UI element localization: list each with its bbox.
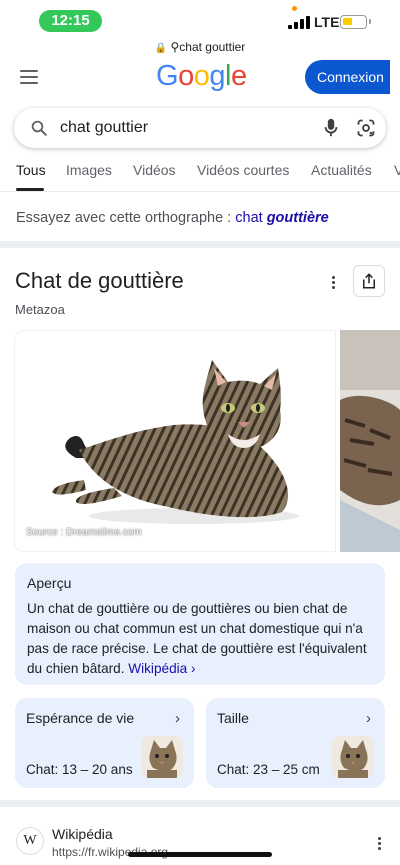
overview-text: Un chat de gouttière ou de gouttières ou… — [27, 601, 367, 676]
tabby-cat-illustration — [52, 360, 299, 524]
search-input[interactable]: chat gouttier — [60, 119, 148, 137]
share-button[interactable] — [353, 265, 385, 297]
search-mini-icon: ⚲ — [170, 40, 180, 54]
search-tabs: Tous Images Vidéos Vidéos courtes Actual… — [0, 162, 400, 192]
card-title: Taille — [217, 710, 249, 726]
tab-news[interactable]: Actualités — [311, 162, 372, 178]
more-options-icon[interactable] — [326, 274, 340, 290]
section-divider — [0, 241, 400, 248]
status-bar: 12:15 LTE — [0, 0, 400, 40]
section-divider — [0, 800, 400, 807]
cat-photo-thumbnail — [340, 330, 400, 552]
cat-thumbnail-icon — [332, 736, 374, 778]
google-lens-icon[interactable] — [356, 118, 376, 138]
result-site-name[interactable]: Wikipédia — [52, 826, 113, 842]
status-time: 12:15 — [39, 10, 102, 32]
overview-heading: Aperçu — [27, 575, 72, 591]
tab-images[interactable]: Images — [66, 162, 112, 178]
card-title: Espérance de vie — [26, 710, 135, 726]
menu-icon[interactable] — [20, 70, 38, 84]
spelling-link[interactable]: chat gouttière — [235, 210, 328, 226]
wikipedia-favicon-icon: W — [16, 827, 44, 855]
result-options-icon[interactable] — [372, 835, 386, 851]
privacy-dot-icon — [292, 6, 297, 11]
search-icon — [31, 120, 47, 136]
battery-icon — [340, 15, 371, 29]
spelling-suggestion: Essayez avec cette orthographe : chat go… — [16, 210, 329, 226]
network-label: LTE — [314, 14, 340, 30]
chevron-right-icon: › — [366, 710, 371, 727]
home-indicator[interactable] — [128, 852, 272, 857]
logo-letter: o — [193, 60, 210, 92]
life-expectancy-card[interactable]: Espérance de vie › Chat: 13 – 20 ans — [15, 698, 194, 788]
card-value: Chat: 13 – 20 ans — [26, 762, 133, 777]
google-header: Google Connexion — [0, 60, 400, 100]
knowledge-panel-title: Chat de gouttière — [15, 268, 184, 293]
google-logo[interactable]: Google — [156, 60, 247, 93]
spelling-prefix: Essayez avec cette orthographe : — [16, 210, 236, 226]
share-icon — [363, 273, 375, 289]
chevron-right-icon: › — [175, 710, 180, 727]
card-thumbnail — [141, 736, 183, 778]
secondary-cat-image[interactable] — [340, 330, 400, 552]
signin-button[interactable]: Connexion — [305, 60, 390, 94]
logo-letter: g — [209, 60, 225, 92]
tab-more[interactable]: V — [394, 162, 400, 178]
logo-letter: e — [230, 60, 247, 92]
microphone-icon[interactable] — [323, 118, 339, 138]
tab-short-videos[interactable]: Vidéos courtes — [197, 162, 289, 178]
cat-image[interactable]: Source : Dreamstime.com — [14, 330, 336, 552]
address-bar[interactable]: 🔒 ⚲chat gouttier — [0, 40, 400, 54]
size-card[interactable]: Taille › Chat: 23 – 25 cm — [206, 698, 385, 788]
overview-card: Aperçu Un chat de gouttière ou de goutti… — [15, 563, 385, 685]
logo-letter: o — [178, 60, 194, 92]
lock-icon: 🔒 — [154, 43, 168, 54]
cat-thumbnail-icon — [141, 736, 183, 778]
card-thumbnail — [332, 736, 374, 778]
signal-icon — [288, 16, 310, 29]
wikipedia-link[interactable]: Wikipédia › — [128, 661, 195, 676]
active-tab-indicator — [16, 188, 44, 191]
image-source: Source : Dreamstime.com — [26, 527, 142, 538]
logo-letter: G — [156, 60, 179, 92]
card-value: Chat: 23 – 25 cm — [217, 762, 320, 777]
search-box[interactable]: chat gouttier — [14, 108, 386, 148]
knowledge-panel-subtitle: Metazoa — [15, 302, 65, 317]
url-text: chat gouttier — [179, 40, 246, 54]
tab-all[interactable]: Tous — [16, 162, 46, 178]
tab-videos[interactable]: Vidéos — [133, 162, 176, 178]
